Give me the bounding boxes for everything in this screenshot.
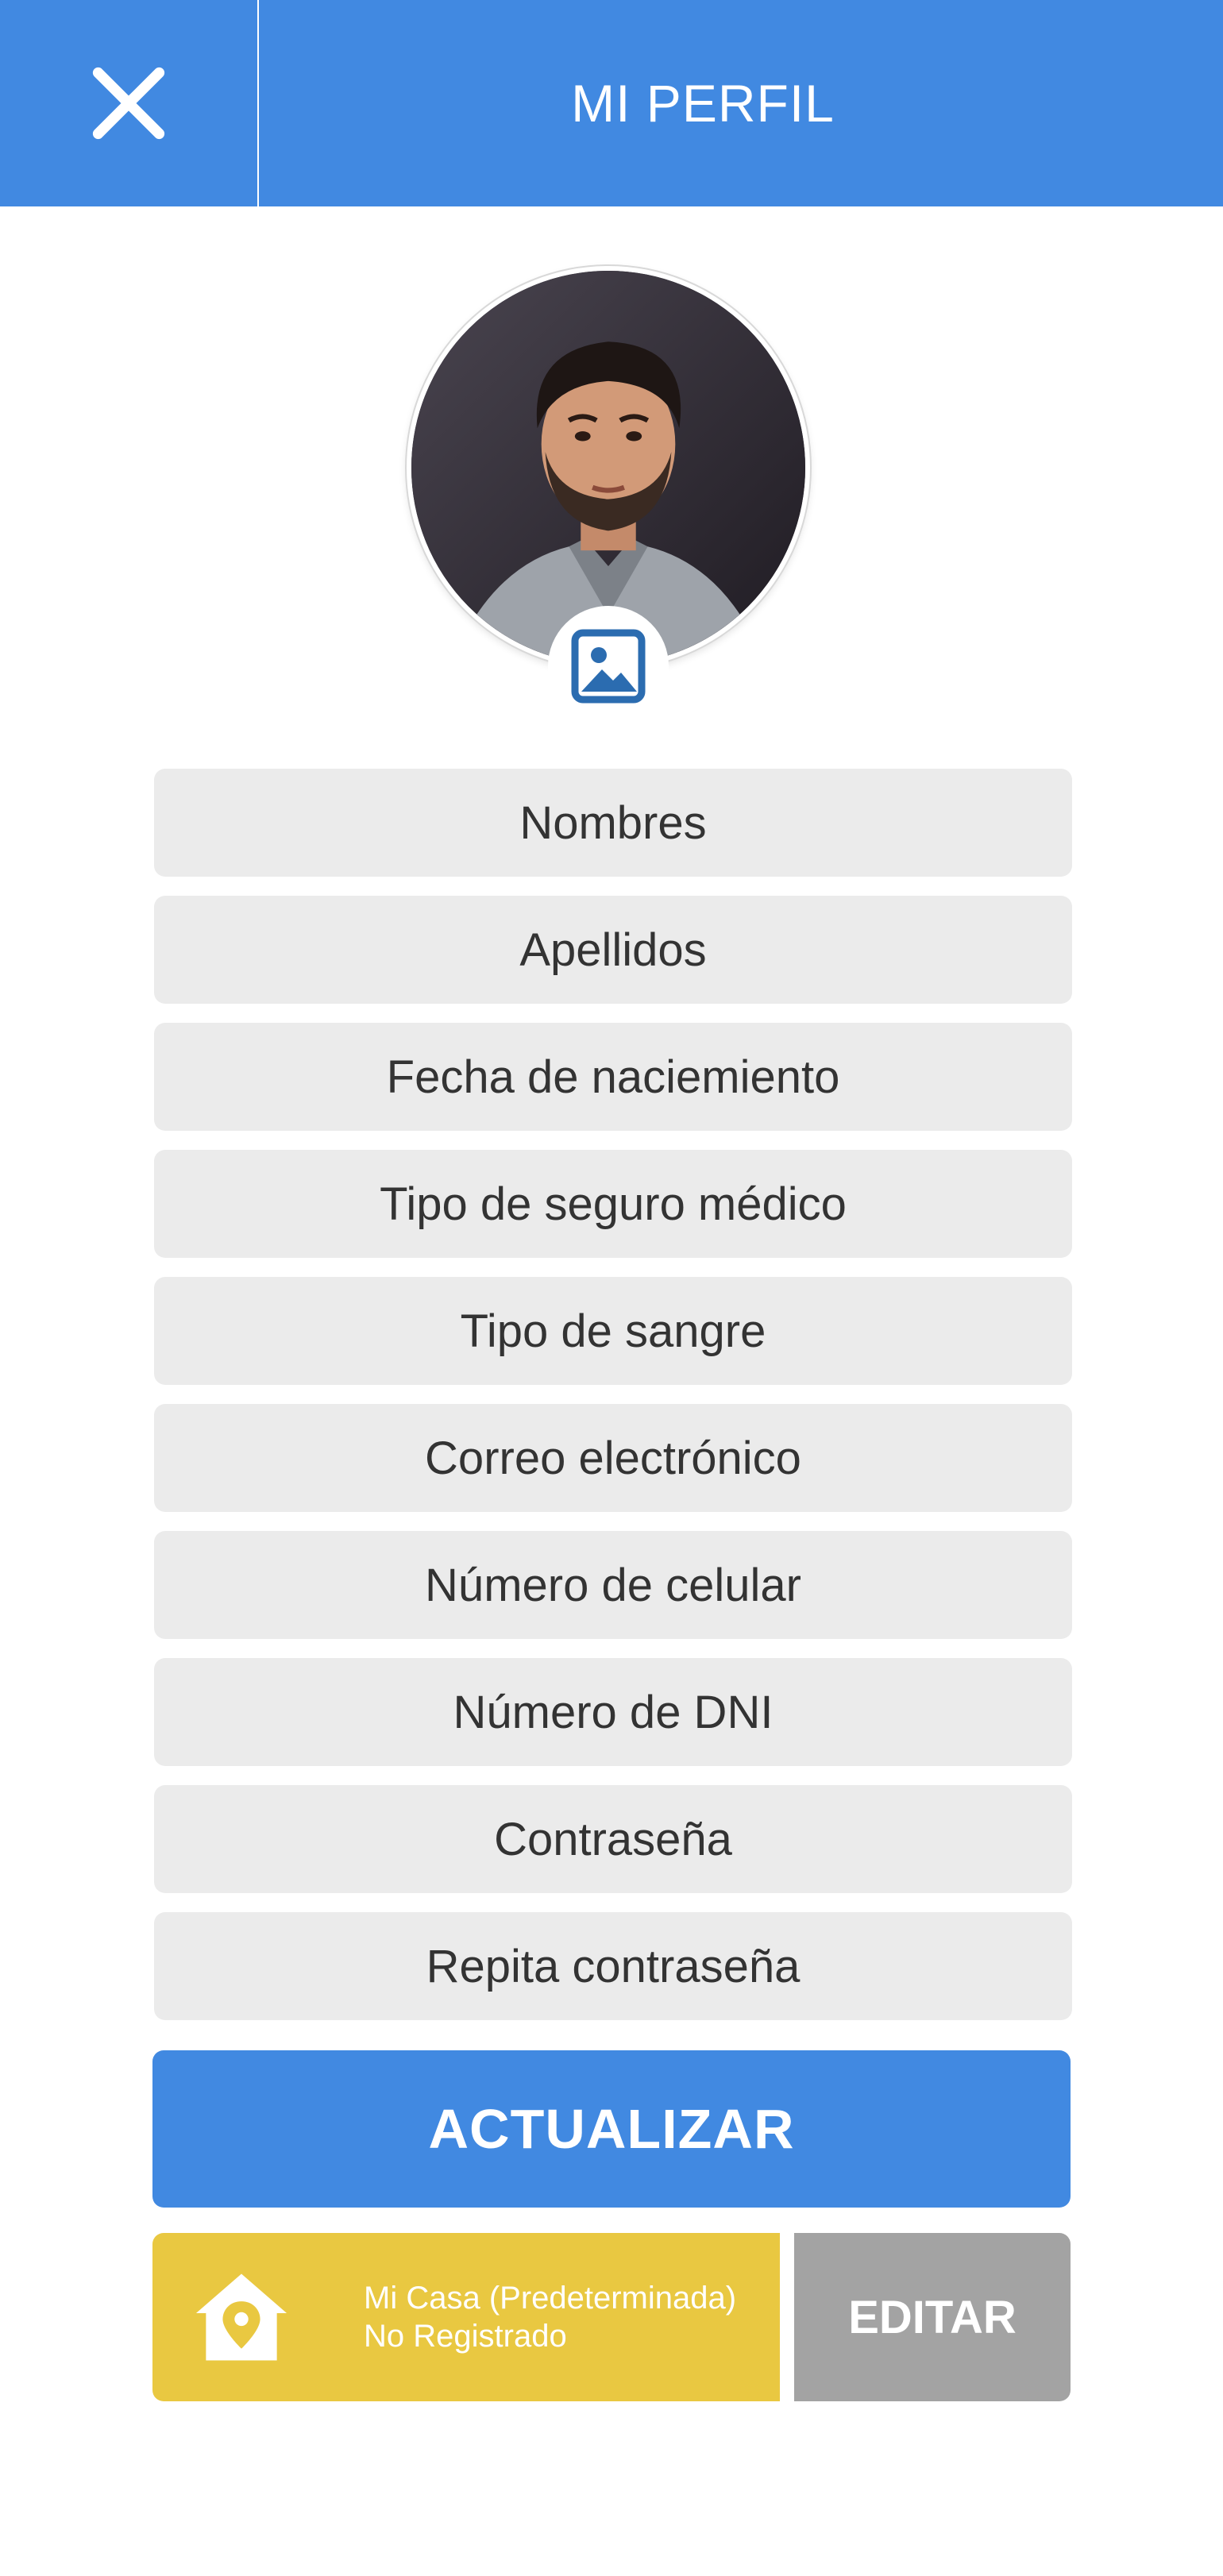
home-location-icon bbox=[195, 2273, 287, 2361]
password-field[interactable]: Contraseña bbox=[154, 1785, 1072, 1893]
home-address-card[interactable]: Mi Casa (Predeterminada) No Registrado bbox=[152, 2233, 780, 2401]
home-address-text: Mi Casa (Predeterminada) No Registrado bbox=[364, 2279, 736, 2355]
change-photo-button[interactable] bbox=[548, 606, 669, 727]
first-name-field[interactable]: Nombres bbox=[154, 769, 1072, 877]
phone-field[interactable]: Número de celular bbox=[154, 1531, 1072, 1639]
edit-address-button[interactable]: EDITAR bbox=[794, 2233, 1071, 2401]
image-icon bbox=[571, 629, 646, 704]
header-bar: MI PERFIL bbox=[0, 0, 1223, 206]
page-title: MI PERFIL bbox=[571, 74, 835, 133]
email-field[interactable]: Correo electrónico bbox=[154, 1404, 1072, 1512]
close-button[interactable] bbox=[0, 0, 259, 206]
last-name-field[interactable]: Apellidos bbox=[154, 896, 1072, 1004]
dni-field[interactable]: Número de DNI bbox=[154, 1658, 1072, 1766]
insurance-type-field[interactable]: Tipo de seguro médico bbox=[154, 1150, 1072, 1258]
birth-date-field[interactable]: Fecha de naciemiento bbox=[154, 1023, 1072, 1131]
repeat-password-field[interactable]: Repita contraseña bbox=[154, 1912, 1072, 2020]
blood-type-field[interactable]: Tipo de sangre bbox=[154, 1277, 1072, 1385]
update-button[interactable]: ACTUALIZAR bbox=[152, 2050, 1071, 2208]
profile-form: Nombres Apellidos Fecha de naciemiento T… bbox=[154, 769, 1072, 2039]
home-address-status: No Registrado bbox=[364, 2319, 567, 2354]
home-address-name: Mi Casa (Predeterminada) bbox=[364, 2281, 737, 2316]
close-icon bbox=[92, 67, 165, 140]
profile-photo-area bbox=[407, 266, 810, 727]
